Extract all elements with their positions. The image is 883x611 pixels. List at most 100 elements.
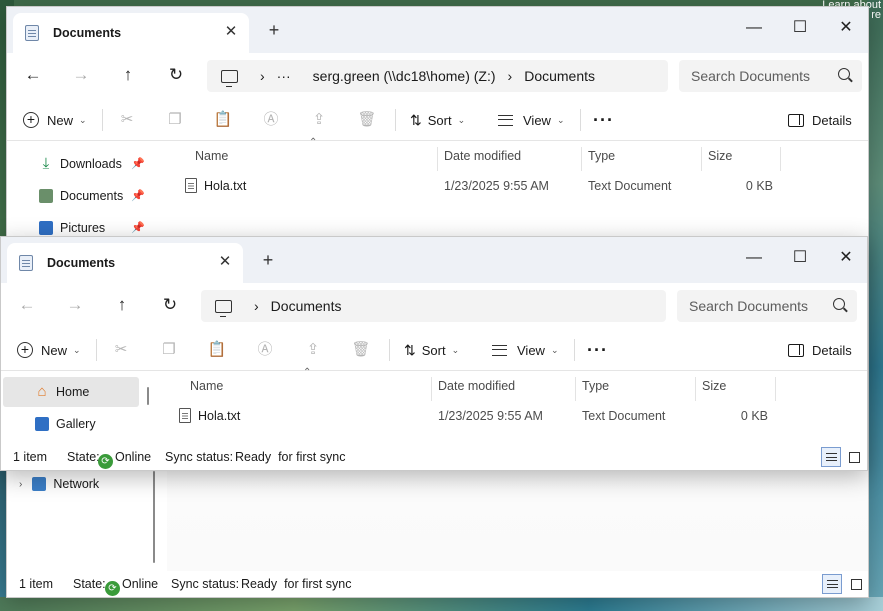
new-button[interactable]: + New ⌄	[17, 338, 81, 362]
close-window-button[interactable]: ✕	[823, 243, 867, 275]
new-tab-icon[interactable]: +	[265, 21, 283, 39]
column-header-type[interactable]: Type	[588, 141, 615, 171]
sidebar-scrollbar[interactable]	[147, 387, 149, 405]
column-header-size[interactable]: Size	[708, 141, 732, 171]
sort-button[interactable]: ⇅ Sort ⌄	[410, 108, 465, 132]
divider	[102, 109, 103, 131]
back-arrow-icon[interactable]: ←	[15, 293, 39, 317]
search-icon[interactable]	[833, 298, 845, 310]
address-overflow[interactable]: ···	[277, 68, 291, 84]
view-icon	[498, 114, 513, 126]
minimize-button[interactable]: —	[731, 243, 777, 275]
refresh-icon[interactable]: ↻	[164, 63, 188, 87]
column-header-size[interactable]: Size	[702, 371, 726, 401]
sidebar-item-network[interactable]: › Network	[19, 469, 99, 499]
breadcrumb-documents[interactable]: Documents	[271, 298, 342, 314]
sort-label: Sort	[427, 112, 452, 128]
details-button[interactable]: Details	[788, 108, 852, 132]
chevron-right-icon[interactable]: ›	[19, 479, 22, 490]
column-divider[interactable]	[775, 377, 776, 401]
pictures-icon	[39, 221, 53, 235]
maximize-button[interactable]: ☐	[777, 13, 823, 45]
sidebar-item-label: Home	[56, 385, 90, 399]
chevron-right-icon[interactable]: ›	[508, 68, 513, 84]
search-icon[interactable]	[838, 68, 850, 80]
details-view-button[interactable]	[822, 574, 842, 594]
forward-arrow-icon[interactable]: →	[63, 293, 87, 317]
more-options-icon[interactable]: ···	[593, 108, 614, 132]
column-divider[interactable]	[701, 147, 702, 171]
view-button[interactable]: View ⌄	[492, 338, 559, 362]
up-arrow-icon[interactable]: ↑	[116, 63, 140, 87]
column-header-date-modified[interactable]: Date modified	[438, 371, 515, 401]
sidebar-item-label: Pictures	[60, 221, 106, 235]
delete-icon[interactable]: 🗑	[356, 109, 378, 131]
search-input[interactable]: Search Documents	[677, 290, 857, 322]
cut-icon[interactable]: ✂	[116, 109, 138, 131]
tab-documents[interactable]: Documents ✕	[13, 13, 249, 53]
close-tab-icon[interactable]: ✕	[223, 24, 239, 40]
command-bar: + New ⌄ ✂ ❐ 📋 Ⓐ ⇪ 🗑 ⇅ Sort ⌄ View ⌄ ··· …	[7, 99, 868, 141]
column-divider[interactable]	[695, 377, 696, 401]
chevron-right-icon[interactable]: ›	[260, 68, 265, 84]
sidebar-scrollbar[interactable]	[153, 471, 155, 563]
back-arrow-icon[interactable]: ←	[21, 63, 45, 87]
view-button[interactable]: View ⌄	[498, 108, 565, 132]
sidebar-item-gallery[interactable]: Gallery	[35, 409, 96, 439]
pin-icon[interactable]: 📌	[131, 189, 145, 202]
breadcrumb-documents[interactable]: Documents	[524, 68, 595, 84]
cut-icon[interactable]: ✂	[110, 339, 132, 361]
column-divider[interactable]	[581, 147, 582, 171]
rename-icon[interactable]: Ⓐ	[254, 339, 276, 361]
new-label: New	[41, 342, 68, 358]
address-bar[interactable]: › Documents	[201, 290, 666, 322]
rename-icon[interactable]: Ⓐ	[260, 109, 282, 131]
tab-documents[interactable]: Documents ✕	[7, 243, 243, 283]
breadcrumb-drive[interactable]: serg.green (\\dc18\home) (Z:)	[313, 68, 496, 84]
details-button[interactable]: Details	[788, 338, 852, 362]
sidebar-item-label: Network	[53, 477, 100, 491]
more-options-icon[interactable]: ···	[587, 338, 608, 362]
new-tab-icon[interactable]: +	[259, 251, 277, 269]
paste-icon[interactable]: 📋	[212, 109, 234, 131]
column-header-type[interactable]: Type	[582, 371, 609, 401]
refresh-icon[interactable]: ↻	[158, 293, 182, 317]
up-arrow-icon[interactable]: ↑	[110, 293, 134, 317]
plus-icon: +	[23, 112, 39, 128]
column-divider[interactable]	[575, 377, 576, 401]
text-file-icon	[179, 408, 191, 423]
sort-button[interactable]: ⇅ Sort ⌄	[404, 338, 459, 362]
sort-up-icon: ⌃	[309, 137, 318, 148]
column-divider[interactable]	[437, 147, 438, 171]
column-divider[interactable]	[431, 377, 432, 401]
maximize-button[interactable]: ☐	[777, 243, 823, 275]
sidebar-item-downloads[interactable]: ⤓ Downloads	[39, 149, 122, 179]
copy-icon[interactable]: ❐	[158, 339, 180, 361]
paste-icon[interactable]: 📋	[206, 339, 228, 361]
share-icon[interactable]: ⇪	[302, 339, 324, 361]
pin-icon[interactable]: 📌	[131, 157, 145, 170]
file-explorer-window-front: Documents ✕ + — ☐ ✕ ← → ↑ ↻ › Documents …	[0, 236, 868, 471]
forward-arrow-icon[interactable]: →	[69, 63, 93, 87]
details-view-button[interactable]	[821, 447, 841, 467]
new-button[interactable]: + New ⌄	[23, 108, 87, 132]
address-bar[interactable]: › ··· serg.green (\\dc18\home) (Z:) › Do…	[207, 60, 668, 92]
tiles-view-button[interactable]	[844, 447, 864, 467]
sidebar-item-documents[interactable]: Documents	[39, 181, 123, 211]
sidebar-item-home[interactable]: ⌂ Home	[3, 377, 139, 407]
copy-icon[interactable]: ❐	[164, 109, 186, 131]
column-header-name[interactable]: Name	[195, 141, 228, 171]
column-header-name[interactable]: Name	[190, 371, 223, 401]
search-input[interactable]: Search Documents	[679, 60, 862, 92]
column-header-date-modified[interactable]: Date modified	[444, 141, 521, 171]
chevron-right-icon[interactable]: ›	[254, 298, 259, 314]
tiles-view-button[interactable]	[846, 574, 866, 594]
close-tab-icon[interactable]: ✕	[217, 254, 233, 270]
column-divider[interactable]	[780, 147, 781, 171]
divider	[96, 339, 97, 361]
pin-icon[interactable]: 📌	[131, 221, 145, 234]
delete-icon[interactable]: 🗑	[350, 339, 372, 361]
minimize-button[interactable]: —	[731, 13, 777, 45]
share-icon[interactable]: ⇪	[308, 109, 330, 131]
close-window-button[interactable]: ✕	[823, 13, 868, 45]
